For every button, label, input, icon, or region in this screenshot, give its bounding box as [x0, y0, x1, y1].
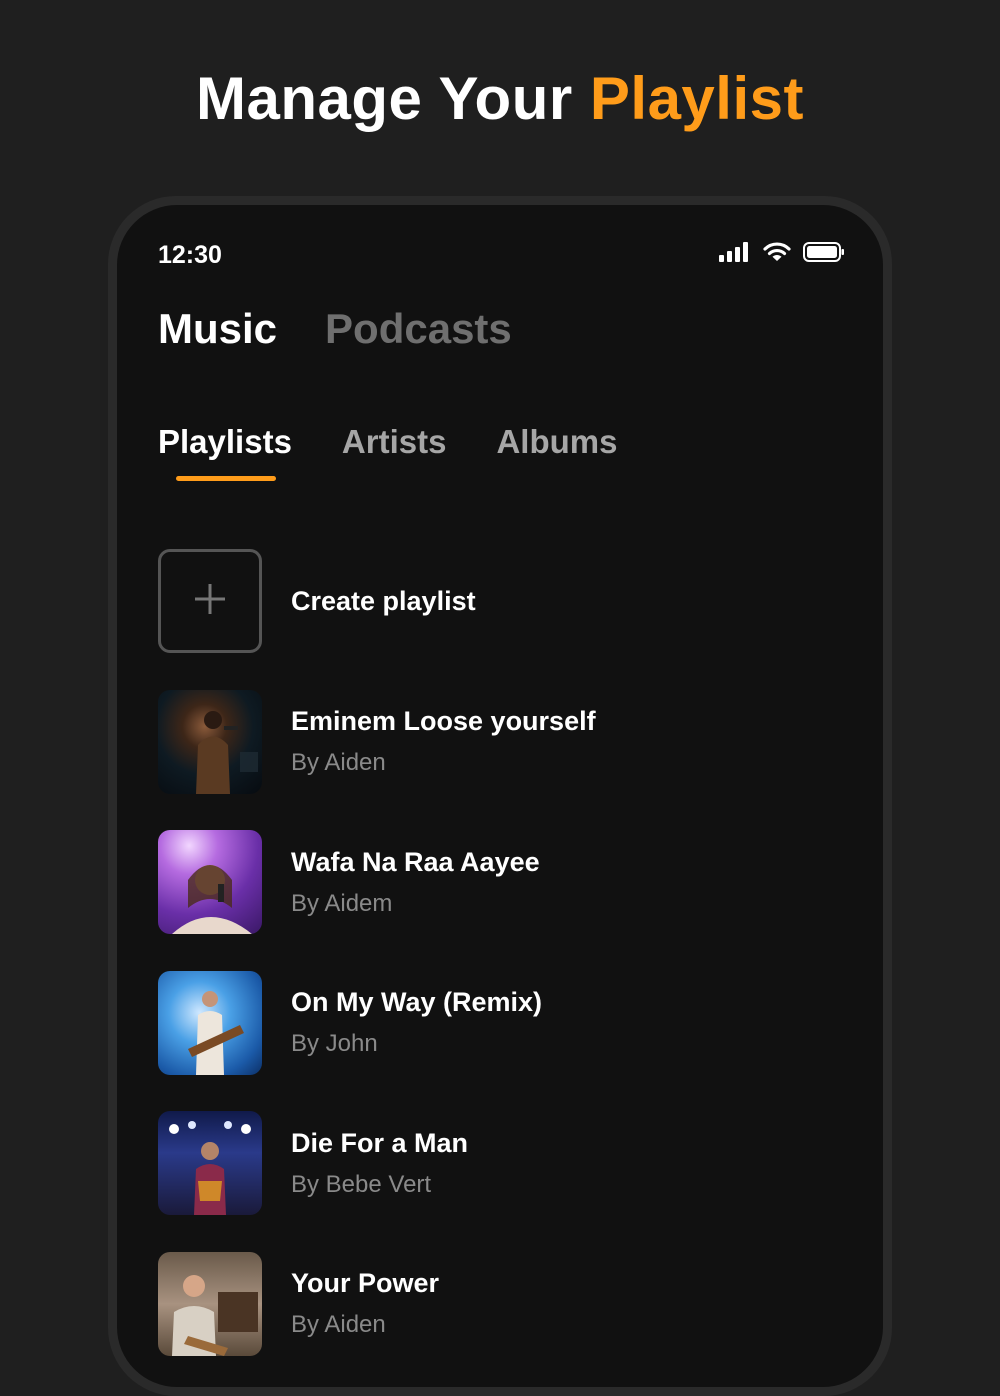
hero-title: Manage Your Playlist [0, 64, 1000, 133]
list-item[interactable]: On My Way (Remix) By John [158, 970, 842, 1075]
playlist-cover [158, 830, 262, 934]
create-playlist-label: Create playlist [291, 585, 476, 616]
playlist-author: By Aiden [291, 749, 386, 776]
playlist-author: By Aidem [291, 889, 393, 917]
tab-podcasts[interactable]: Podcasts [325, 305, 512, 353]
tab-artists[interactable]: Artists [342, 423, 447, 461]
playlist-author: By Aiden [291, 1311, 386, 1338]
playlist-title: Die For a Man [291, 1127, 469, 1158]
hero-title-accent: Playlist [589, 65, 804, 132]
tab-playlists[interactable]: Playlists [158, 423, 292, 481]
playlist-title: Your Power [291, 1268, 440, 1298]
hero-title-plain: Manage Your [196, 65, 573, 132]
create-playlist-button[interactable]: Create playlist [158, 549, 842, 653]
playlist-title: Wafa Na Raa Aayee [291, 846, 540, 877]
phone-screen: 12:30 Music Podcasts Playlists Artists A… [117, 205, 883, 1387]
active-tab-indicator [176, 476, 276, 481]
list-item[interactable]: Wafa Na Raa Aayee By Aidem [158, 830, 842, 934]
wifi-icon [763, 242, 791, 267]
list-item[interactable]: Your Power By Aiden [158, 1251, 842, 1356]
status-icons [719, 242, 845, 267]
top-tabs: Music Podcasts [158, 305, 512, 353]
tab-playlists-label: Playlists [158, 423, 292, 460]
playlist-author: By Bebe Vert [291, 1170, 432, 1198]
playlist-title: Eminem Loose yourself [291, 706, 596, 736]
playlist-cover [158, 1251, 262, 1356]
playlist-title: On My Way (Remix) [291, 987, 543, 1017]
playlist-cover [158, 1111, 262, 1215]
tab-music[interactable]: Music [158, 305, 277, 353]
sub-tabs: Playlists Artists Albums [158, 423, 617, 481]
phone-frame: 12:30 Music Podcasts Playlists Artists A… [108, 196, 892, 1396]
battery-icon [803, 242, 845, 267]
playlist-cover [158, 689, 262, 794]
tab-albums[interactable]: Albums [496, 423, 617, 461]
list-item[interactable]: Eminem Loose yourself By Aiden [158, 689, 842, 794]
plus-icon [192, 581, 228, 622]
playlist-author: By John [291, 1030, 378, 1057]
playlist-list: Create playlist Eminem Loose yourself By… [158, 549, 842, 1387]
status-time: 12:30 [158, 241, 222, 269]
playlist-cover [158, 970, 262, 1075]
list-item[interactable]: Die For a Man By Bebe Vert [158, 1111, 842, 1215]
create-playlist-box [158, 549, 262, 653]
signal-icon [719, 242, 751, 267]
